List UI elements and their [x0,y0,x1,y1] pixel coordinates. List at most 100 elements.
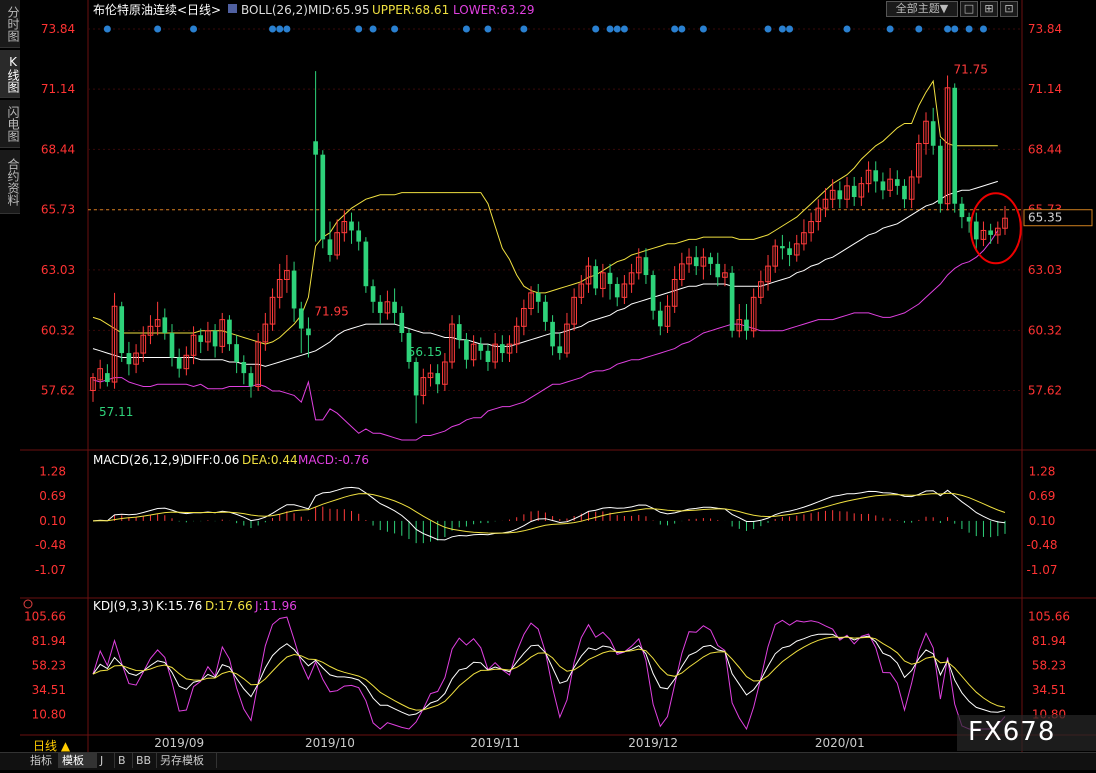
event-marker [671,25,679,33]
y-tick-label-right: 57.62 [1028,384,1062,398]
candle-body-down [392,301,397,313]
kdj-y-tick-right: 34.51 [1032,683,1066,697]
event-marker [613,25,621,33]
candle-body-down [241,361,247,374]
side-tab-2[interactable]: 闪电图 [0,100,20,148]
macd-title: MACD(26,12,9) [93,453,184,467]
candle-body-down [894,179,900,186]
theme-dropdown[interactable]: 全部主题▼ [886,1,958,17]
candle-body-down [119,306,125,354]
event-marker [778,25,786,33]
kdj-j-label: J:11.96 [254,599,297,613]
grid-icon[interactable]: ⊞ [980,1,998,17]
y-tick-label-left: 63.03 [41,263,75,277]
side-tab-0[interactable]: 分时图 [0,0,20,48]
macd-y-tick-right: -1.07 [1026,563,1057,577]
chart-stage: 73.8473.8471.1471.1468.4468.4465.7365.73… [0,0,1096,770]
bottom-tab-2[interactable]: J [96,753,115,768]
candle-body-down [291,270,297,309]
event-marker [678,25,686,33]
candle-body-down [399,312,405,333]
bottom-tab-0[interactable]: 指标 [26,753,59,768]
event-marker [190,25,198,33]
event-marker [951,25,959,33]
kdj-k-line [92,633,1006,716]
candle-body-down [464,339,469,360]
kdj-d-label: D:17.66 [205,599,253,613]
candle-body-down [298,308,304,329]
y-tick-label-right: 63.03 [1028,263,1062,277]
candle-body-down [614,283,620,298]
candle-body-down [227,319,232,345]
candle-body-down [478,344,484,351]
kdj-d-line [92,636,1006,711]
event-marker [915,25,923,33]
candle-body-down [320,154,326,240]
candle-body-down [435,373,441,385]
low-annotation: 57.11 [99,405,133,419]
current-price-label: 65.35 [1028,211,1062,225]
candle-body-down [880,181,886,191]
boll-name: BOLL(26,2) [241,3,308,17]
bottom-tab-5[interactable]: 另存模板 [156,753,217,768]
macd-hist-label: MACD:-0.76 [298,453,369,467]
event-marker [786,25,794,33]
candle-body-down [715,263,721,278]
candle-body-down [643,257,649,276]
candle-body-down [212,330,218,347]
kdj-title: KDJ(9,3,3) [93,599,154,613]
event-marker [965,25,973,33]
candle-body-down [126,353,132,365]
candle-body-down [198,335,204,342]
x-axis-label: 2020/01 [815,736,865,750]
event-marker [283,25,291,33]
period-selector[interactable]: 日线 ▲ [33,737,70,754]
candle-body-down [650,275,656,311]
kdj-y-tick: 105.66 [24,610,66,624]
candle-body-down [988,230,993,235]
window-icon[interactable]: □ [960,1,978,17]
macd-y-tick: 0.10 [39,514,66,528]
candle-body-down [313,141,318,155]
boll-lower-label: LOWER:63.29 [453,3,535,17]
macd-y-tick-right: 0.10 [1029,514,1056,528]
event-marker [764,25,772,33]
candle-body-down [851,185,857,198]
y-tick-label-left: 68.44 [41,142,75,156]
candle-body-down [543,301,548,322]
candle-body-down [729,272,735,331]
candle-body-down [938,145,943,204]
event-marker [843,25,851,33]
candle-body-down [370,286,376,302]
candle-body-down [557,346,563,354]
side-tab-1[interactable]: K线图 [0,50,20,98]
event-marker [620,25,628,33]
macd-y-tick-right: 1.28 [1029,464,1056,478]
candle-body-down [413,361,419,396]
event-marker [886,25,894,33]
candle-body-down [787,248,792,255]
candle-body-down [535,292,541,302]
kdj-y-tick: 34.51 [32,683,66,697]
candle-body-down [349,221,354,231]
candle-body-down [708,257,713,264]
y-tick-label-left: 60.32 [41,323,75,337]
bottom-tab-1[interactable]: 模板 [58,753,97,768]
y-tick-label-left: 71.14 [41,82,75,96]
candle-body-down [306,328,311,336]
layout-icon[interactable]: ⊡ [1000,1,1018,17]
side-tab-3[interactable]: 合约资料 [0,150,20,214]
candle-body-down [377,301,383,313]
macd-y-tick: -1.07 [35,563,66,577]
macd-y-tick: 0.69 [39,489,66,503]
watermark: FX678 [968,717,1056,747]
candle-body-down [356,230,362,242]
chart-svg: 73.8473.8471.1471.1468.4468.4465.7365.73… [20,0,1096,752]
bottom-tab-4[interactable]: BB [132,753,157,768]
high-annotation: 71.95 [314,304,348,318]
low-annotation: 56.15 [408,345,442,359]
candle-body-down [162,317,168,333]
bottom-tab-3[interactable]: B [114,753,133,768]
macd-dea-label: DEA:0.44 [242,453,298,467]
candle-body-down [169,333,175,358]
